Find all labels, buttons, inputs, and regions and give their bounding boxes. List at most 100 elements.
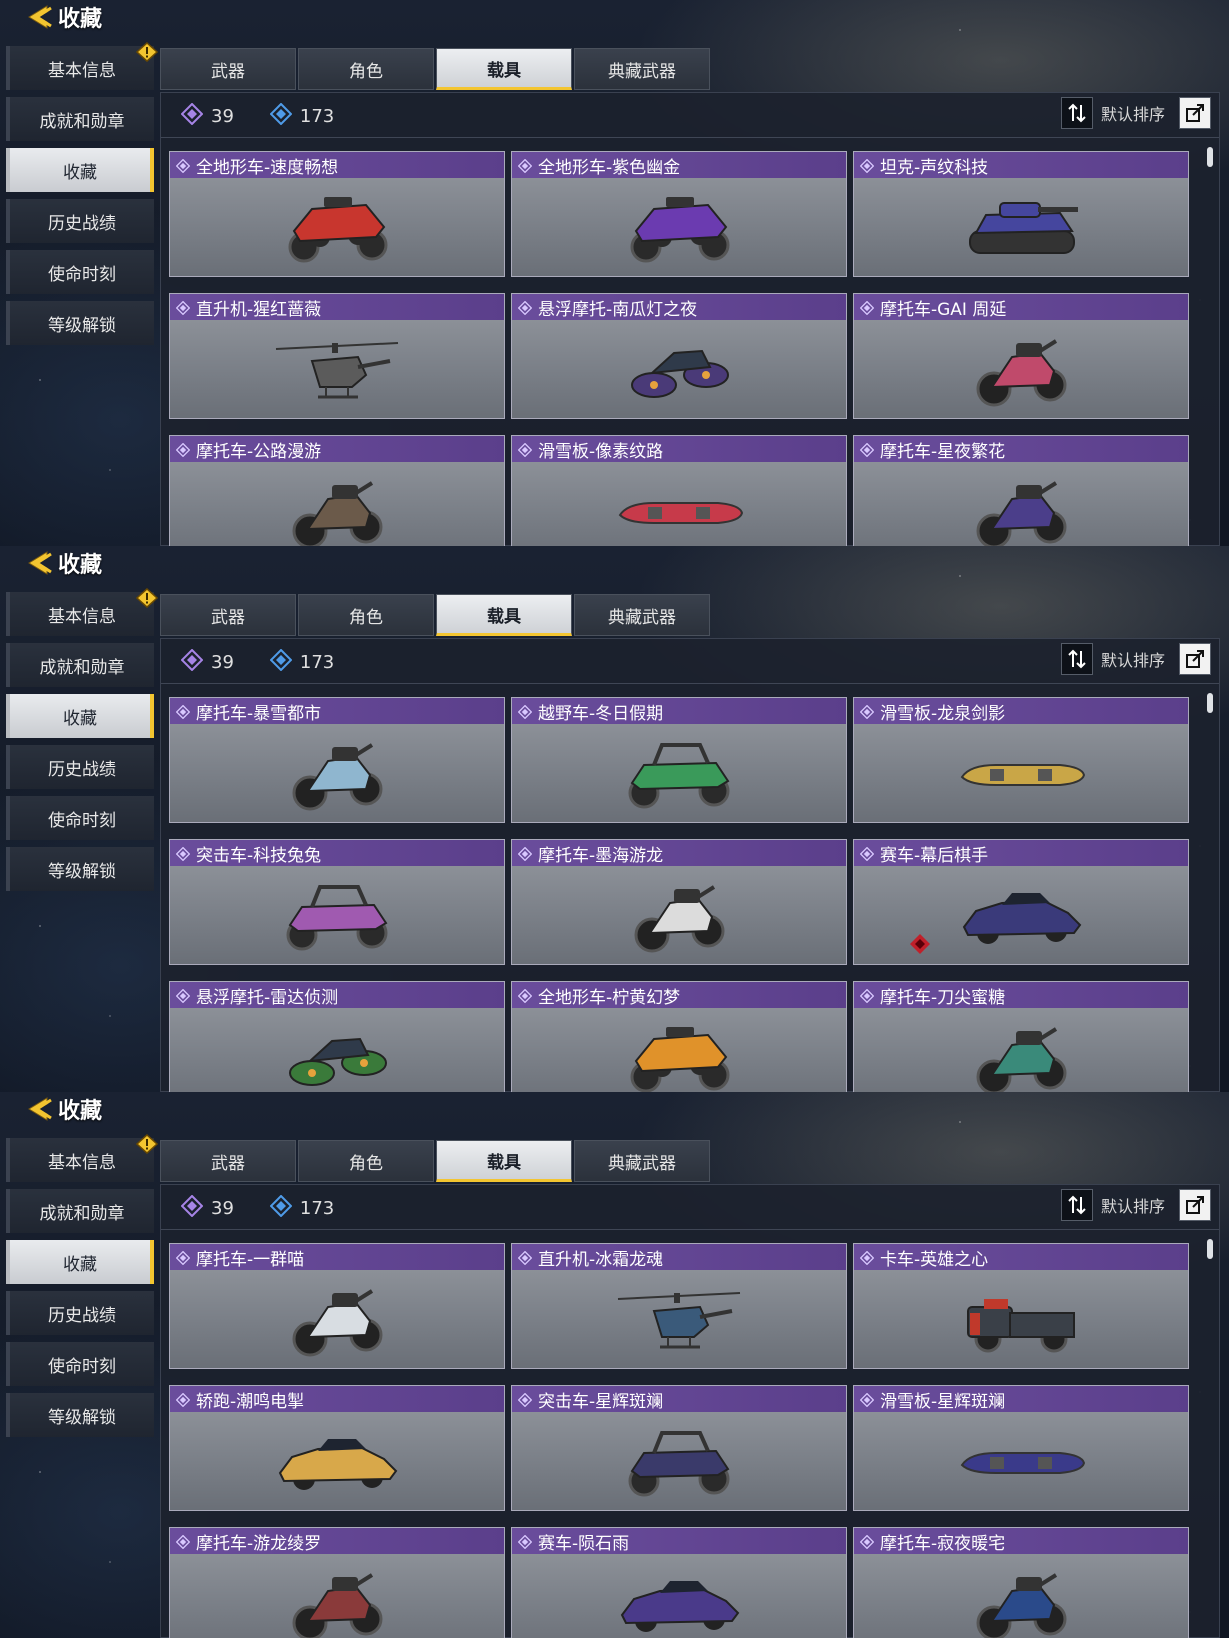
purple-count-value: 39 [211,651,234,673]
vehicle-card[interactable]: 直升机-冰霜龙魂 [511,1243,847,1369]
sidebar-item-achievements[interactable]: 成就和勋章 [6,1189,154,1233]
sidebar-item-moments[interactable]: 使命时刻 [6,250,154,294]
sidebar-item-basic-info[interactable]: 基本信息 [6,587,159,636]
vehicle-card[interactable]: 悬浮摩托-南瓜灯之夜 [511,293,847,419]
sort-toggle-icon[interactable] [1060,1189,1093,1221]
vehicle-card[interactable]: 直升机-猩红蔷薇 [169,293,505,419]
title-bar: 收藏 [22,2,102,32]
sidebar-item-achievements[interactable]: 成就和勋章 [6,97,154,141]
vehicle-card[interactable]: 越野车-冬日假期 [511,697,847,823]
back-arrow-icon[interactable] [22,1094,54,1124]
sidebar-item-collection[interactable]: 收藏 [6,148,154,192]
sidebar-item-level-unlock[interactable]: 等级解锁 [6,847,154,891]
title-bar: 收藏 [22,548,102,578]
vehicle-card[interactable]: 摩托车-星夜繁花 [853,435,1189,546]
vehicle-name: 悬浮摩托-雷达侦测 [196,987,339,1008]
purple-gem-icon [175,1534,191,1550]
vehicle-card[interactable]: 滑雪板-星辉斑斓 [853,1385,1189,1511]
sidebar-item-basic-info[interactable]: 基本信息 [6,41,159,90]
tab-characters[interactable]: 角色 [298,1140,434,1182]
tab-vehicles[interactable]: 载具 [436,594,572,636]
sidebar-item-achievements[interactable]: 成就和勋章 [6,643,154,687]
sidebar-item-level-unlock[interactable]: 等级解锁 [6,1393,154,1437]
purple-gem-icon [517,704,533,720]
tab-legendary-weapons[interactable]: 典藏武器 [574,594,710,636]
sort-label[interactable]: 默认排序 [1101,647,1165,671]
back-arrow-icon[interactable] [22,548,54,578]
vehicle-card[interactable]: 摩托车-游龙绫罗 [169,1527,505,1638]
vehicle-card[interactable]: 滑雪板-龙泉剑影 [853,697,1189,823]
vehicle-card[interactable]: 突击车-科技兔兔 [169,839,505,965]
vehicle-card[interactable]: 突击车-星辉斑斓 [511,1385,847,1511]
category-tabs: 武器 角色 载具 典藏武器 [160,594,710,636]
back-arrow-icon[interactable] [22,2,54,32]
scrollbar[interactable] [1207,147,1213,546]
sidebar-item-moments[interactable]: 使命时刻 [6,1342,154,1386]
scrollbar[interactable] [1207,1239,1213,1638]
vehicle-card[interactable]: 全地形车-速度畅想 [169,151,505,277]
vehicle-card[interactable]: 赛车-陨石雨 [511,1527,847,1638]
tab-weapons[interactable]: 武器 [160,1140,296,1182]
scroll-thumb[interactable] [1207,147,1213,167]
snowboard-icon [854,724,1188,822]
blue-count: 173 [269,102,334,130]
sort-label[interactable]: 默认排序 [1101,1193,1165,1217]
vehicle-card[interactable]: 轿跑-潮鸣电掣 [169,1385,505,1511]
vehicle-card[interactable]: 赛车-幕后棋手 [853,839,1189,965]
tab-legendary-weapons[interactable]: 典藏武器 [574,48,710,90]
card-header: 滑雪板-像素纹路 [512,436,846,462]
sidebar-item-level-unlock[interactable]: 等级解锁 [6,301,154,345]
sidebar-item-moments[interactable]: 使命时刻 [6,796,154,840]
tab-legendary-weapons[interactable]: 典藏武器 [574,1140,710,1182]
vehicle-card[interactable]: 全地形车-柠黄幻梦 [511,981,847,1092]
purple-count: 39 [180,102,234,130]
share-icon[interactable] [1179,97,1211,129]
tab-characters[interactable]: 角色 [298,48,434,90]
scroll-thumb[interactable] [1207,1239,1213,1259]
tab-weapons[interactable]: 武器 [160,594,296,636]
scrollbar[interactable] [1207,693,1213,1092]
vehicle-name: 摩托车-星夜繁花 [880,441,1006,462]
vehicle-card[interactable]: 摩托车-暴雪都市 [169,697,505,823]
sort-toggle-icon[interactable] [1060,97,1093,129]
purple-count: 39 [180,1194,234,1222]
vehicle-card[interactable]: 摩托车-寂夜暖宅 [853,1527,1189,1638]
vehicle-card[interactable]: 摩托车-刀尖蜜糖 [853,981,1189,1092]
sidebar-item-collection[interactable]: 收藏 [6,1240,154,1284]
purple-gem-icon [175,846,191,862]
scroll-thumb[interactable] [1207,693,1213,713]
vehicle-card[interactable]: 滑雪板-像素纹路 [511,435,847,546]
vehicle-card[interactable]: 摩托车-一群喵 [169,1243,505,1369]
sidebar-item-history[interactable]: 历史战绩 [6,199,154,243]
sidebar-item-history[interactable]: 历史战绩 [6,745,154,789]
purple-gem-icon [517,1534,533,1550]
divider [161,683,1219,684]
vehicle-card[interactable]: 摩托车-公路漫游 [169,435,505,546]
card-header: 全地形车-柠黄幻梦 [512,982,846,1008]
card-header: 全地形车-速度畅想 [170,152,504,178]
sidebar-item-collection[interactable]: 收藏 [6,694,154,738]
vehicle-card[interactable]: 全地形车-紫色幽金 [511,151,847,277]
vehicle-card[interactable]: 摩托车-墨海游龙 [511,839,847,965]
sort-toggle-icon[interactable] [1060,643,1093,675]
sidebar-item-label: 使命时刻 [48,1356,116,1377]
sidebar-item-history[interactable]: 历史战绩 [6,1291,154,1335]
sort-label[interactable]: 默认排序 [1101,101,1165,125]
vehicle-name: 摩托车-一群喵 [196,1249,305,1270]
vehicle-name: 摩托车-暴雪都市 [196,703,322,724]
share-icon[interactable] [1179,643,1211,675]
vehicle-card[interactable]: 坦克-声纹科技 [853,151,1189,277]
vehicle-grid: 摩托车-暴雪都市 越野车-冬日假期 滑雪板-龙泉剑影 突击车-科技兔兔 摩托车-… [169,697,1189,1092]
tab-vehicles[interactable]: 载具 [436,1140,572,1182]
card-header: 卡车-英雄之心 [854,1244,1188,1270]
vehicle-card[interactable]: 悬浮摩托-雷达侦测 [169,981,505,1092]
sort-area: 默认排序 [1060,97,1211,129]
share-icon[interactable] [1179,1189,1211,1221]
tab-vehicles[interactable]: 载具 [436,48,572,90]
vehicle-card[interactable]: 卡车-英雄之心 [853,1243,1189,1369]
tab-characters[interactable]: 角色 [298,594,434,636]
tab-weapons[interactable]: 武器 [160,48,296,90]
sort-area: 默认排序 [1060,1189,1211,1221]
vehicle-card[interactable]: 摩托车-GAI 周延 [853,293,1189,419]
sidebar-item-basic-info[interactable]: 基本信息 [6,1133,159,1182]
